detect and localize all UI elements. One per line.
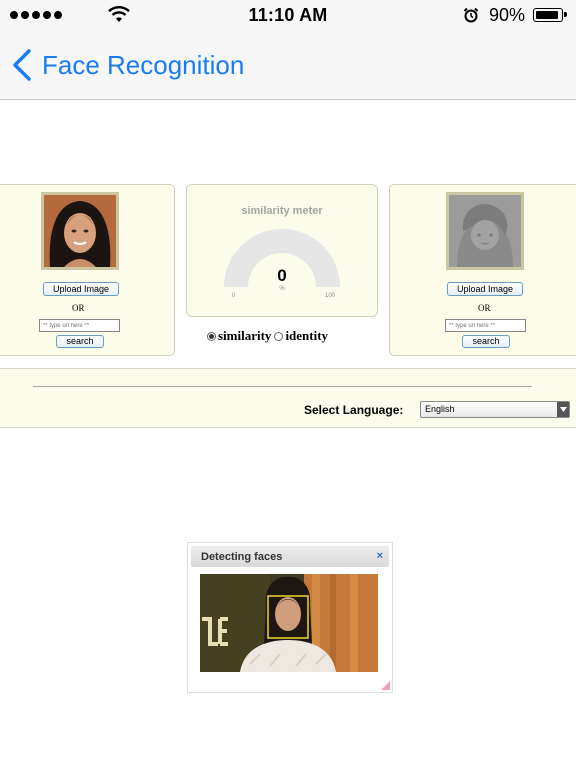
identity-radio-label: identity [285, 328, 329, 343]
language-label: Select Language: [304, 403, 404, 417]
left-search-button[interactable]: search [56, 335, 104, 348]
language-selected-value: English [425, 404, 455, 414]
divider [33, 386, 532, 387]
right-search-button[interactable]: search [462, 335, 510, 348]
dialog-header: Detecting faces × [191, 546, 389, 567]
meter-max-label: 100 [325, 293, 336, 299]
left-image-panel: Upload Image OR search [0, 184, 175, 356]
back-chevron-icon[interactable] [10, 48, 34, 82]
right-image-panel: Upload Image OR search [389, 184, 576, 356]
navigation-bar: Face Recognition [0, 32, 576, 100]
meter-unit: % [279, 286, 285, 292]
battery-icon [533, 8, 567, 22]
language-select[interactable]: English [420, 401, 570, 418]
identity-radio[interactable] [274, 331, 284, 341]
left-or-label: OR [72, 303, 85, 313]
close-icon[interactable]: × [377, 550, 383, 562]
resize-handle-icon[interactable] [381, 681, 390, 690]
status-bar: 11:10 AM 90% [0, 0, 576, 32]
left-url-input[interactable] [39, 319, 120, 332]
alarm-icon [463, 7, 479, 23]
page-title: Face Recognition [42, 50, 245, 80]
right-upload-image-button[interactable]: Upload Image [447, 282, 523, 296]
left-face-photo [41, 192, 119, 270]
left-upload-image-button[interactable]: Upload Image [43, 282, 119, 296]
similarity-radio[interactable] [207, 331, 216, 341]
right-placeholder-photo [446, 192, 524, 270]
mode-radio-group: similarity identity [207, 328, 328, 344]
detection-photo [200, 574, 378, 672]
meter-value: 0 [277, 266, 287, 285]
right-url-input[interactable] [445, 319, 526, 332]
meter-min-label: 0 [232, 293, 236, 299]
battery-percent: 90% [489, 5, 526, 25]
meter-title: similarity meter [241, 205, 323, 217]
language-bar: Select Language: English [0, 368, 576, 428]
right-or-label: OR [478, 303, 491, 313]
dialog-title: Detecting faces [201, 551, 283, 563]
similarity-radio-label: similarity [218, 328, 272, 343]
detecting-faces-dialog: Detecting faces × [187, 542, 393, 693]
similarity-meter-panel: similarity meter 0 % 0 100 [186, 184, 378, 317]
dropdown-arrow-icon [557, 402, 569, 417]
